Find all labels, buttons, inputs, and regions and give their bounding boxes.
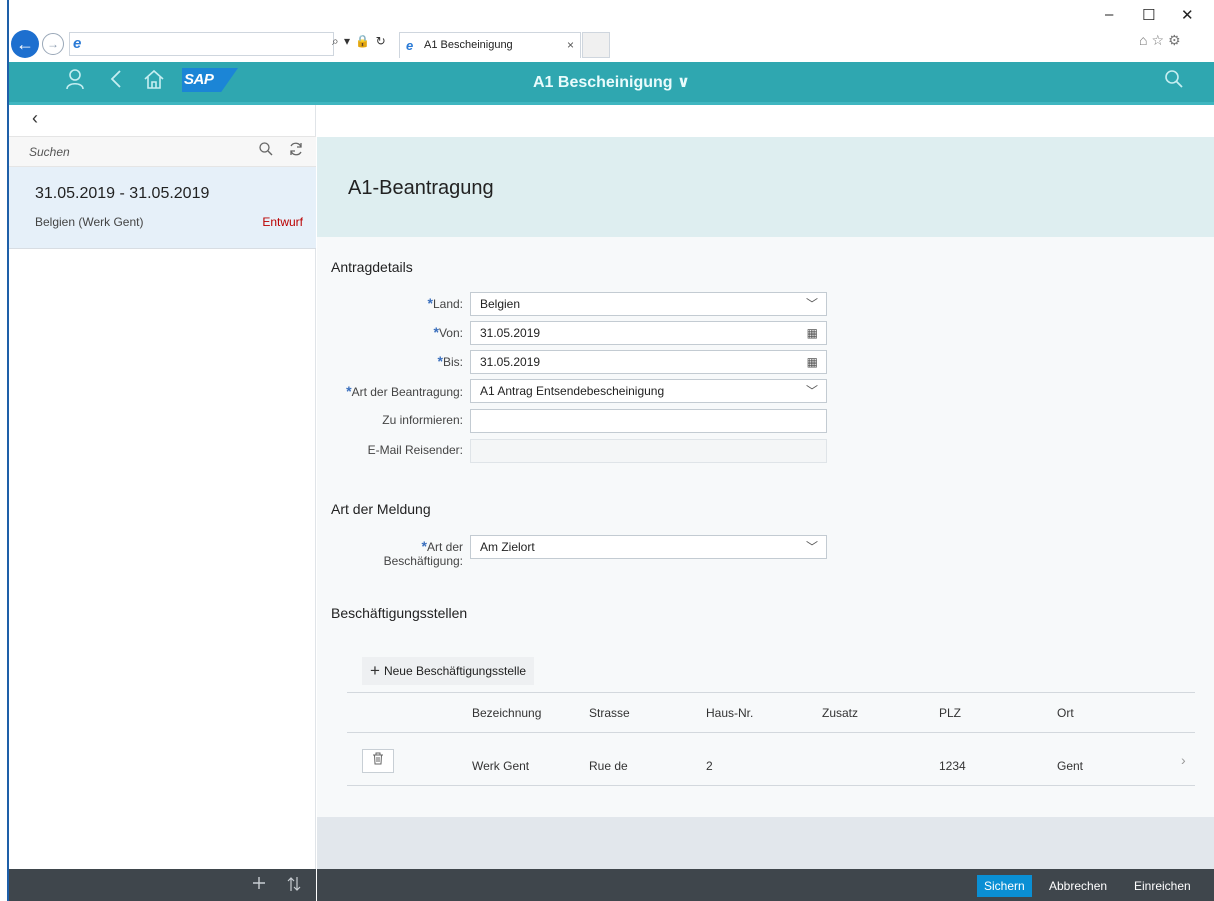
- list-item-subtitle: Belgien (Werk Gent): [35, 215, 144, 229]
- calendar-icon[interactable]: ▦: [807, 322, 818, 344]
- address-controls[interactable]: ⌕ ▾ 🔒 ↻: [332, 34, 387, 49]
- master-header: ‹: [9, 105, 316, 137]
- plus-icon: +: [370, 661, 380, 680]
- refresh-icon[interactable]: [288, 141, 304, 162]
- footer-toolbar: Sichern Abbrechen Einreichen: [317, 869, 1214, 901]
- chevron-down-icon: ﹀: [805, 540, 818, 554]
- submit-button[interactable]: Einreichen: [1127, 875, 1198, 897]
- add-beschaeftigungsstelle-button[interactable]: + Neue Beschäftigungsstelle: [362, 657, 535, 685]
- add-icon[interactable]: [252, 873, 266, 899]
- column-header: PLZ: [939, 706, 962, 720]
- master-back-icon[interactable]: ‹: [32, 108, 38, 129]
- detail-bottom-area: [317, 817, 1214, 869]
- address-bar[interactable]: e: [69, 32, 334, 56]
- table-cell: Rue de: [589, 759, 628, 773]
- list-item-title: 31.05.2019 - 31.05.2019: [35, 185, 210, 202]
- delete-row-button[interactable]: [362, 749, 394, 773]
- shell-bar: SAP A1 Bescheinigung ∨: [9, 62, 1214, 102]
- browser-tab[interactable]: e A1 Bescheinigung ×: [399, 32, 581, 58]
- master-footer: [9, 869, 316, 901]
- art-beantragung-select[interactable]: A1 Antrag Entsendebescheinigung ﹀: [470, 379, 827, 403]
- column-header: Strasse: [589, 706, 630, 720]
- search-bar: [9, 137, 316, 167]
- detail-panel: A1-Beantragung Antragdetails *Land: Belg…: [317, 105, 1214, 869]
- search-icon[interactable]: [259, 142, 273, 159]
- table-cell: 1234: [939, 759, 966, 773]
- calendar-icon[interactable]: ▦: [807, 351, 818, 373]
- browser-forward-button[interactable]: →: [42, 33, 64, 55]
- window-minimize-button[interactable]: –: [1105, 6, 1113, 23]
- art-beschaeftigung-label: *Art der Beschäftigung:: [383, 538, 463, 568]
- browser-back-button[interactable]: ←: [11, 30, 39, 58]
- window-close-button[interactable]: ✕: [1181, 6, 1194, 24]
- tab-close-icon[interactable]: ×: [567, 38, 574, 52]
- master-panel: ‹ 31.05.2019 - 31.05.2019 Belgien (Werk …: [9, 105, 316, 869]
- table-cell: Werk Gent: [472, 759, 530, 773]
- chevron-down-icon: ﹀: [805, 384, 818, 398]
- window-maximize-button[interactable]: ☐: [1142, 6, 1155, 24]
- column-header: Haus-Nr.: [706, 706, 754, 720]
- table-cell: 2: [706, 759, 713, 773]
- land-select[interactable]: Belgien ﹀: [470, 292, 827, 316]
- von-label: *Von:: [433, 324, 463, 340]
- shell-search-icon[interactable]: [1164, 68, 1184, 96]
- zu-informieren-input[interactable]: [470, 409, 827, 433]
- von-date-field[interactable]: 31.05.2019 ▦: [470, 321, 827, 345]
- email-reisender-field: [470, 439, 827, 463]
- table-cell: Gent: [1057, 759, 1084, 773]
- status-badge: Entwurf: [262, 215, 303, 229]
- land-label: *Land:: [427, 295, 463, 311]
- browser-tool-icons[interactable]: ⌂☆⚙: [1139, 32, 1185, 49]
- sort-icon[interactable]: [287, 875, 301, 897]
- bis-date-field[interactable]: 31.05.2019 ▦: [470, 350, 827, 374]
- column-header: Zusatz: [822, 706, 859, 720]
- chevron-down-icon: ﹀: [805, 297, 818, 311]
- chevron-right-icon[interactable]: ›: [1181, 752, 1186, 768]
- section-title-antragdetails: Antragdetails: [331, 259, 413, 275]
- object-header: A1-Beantragung: [317, 137, 1214, 237]
- table-header-border: [347, 732, 1195, 733]
- table-bottom-border: [347, 785, 1195, 786]
- save-button[interactable]: Sichern: [977, 875, 1032, 897]
- art-beantragung-label: *Art der Beantragung:: [346, 383, 463, 399]
- new-tab-button[interactable]: [582, 32, 610, 58]
- column-header: Ort: [1057, 706, 1074, 720]
- bis-label: *Bis:: [437, 353, 463, 369]
- section-title-stellen: Beschäftigungsstellen: [331, 605, 468, 621]
- section-title-meldung: Art der Meldung: [331, 501, 431, 517]
- art-beschaeftigung-select[interactable]: Am Zielort ﹀: [470, 535, 827, 559]
- tab-title: A1 Bescheinigung: [424, 39, 513, 51]
- browser-chrome: ← → e ⌕ ▾ 🔒 ↻ e A1 Bescheinigung × – ☐ ✕…: [9, 0, 1214, 62]
- app-title[interactable]: A1 Bescheinigung ∨: [9, 72, 1214, 92]
- list-item[interactable]: 31.05.2019 - 31.05.2019 Belgien (Werk Ge…: [9, 167, 316, 249]
- detail-toolbar: [317, 105, 1214, 137]
- ie-logo-icon: e: [73, 35, 82, 52]
- tab-ie-icon: e: [406, 38, 414, 53]
- column-header: Bezeichnung: [472, 706, 542, 720]
- page-title: A1-Beantragung: [348, 177, 494, 199]
- search-input[interactable]: [29, 142, 249, 162]
- beschaeftigungsstellen-table: Bezeichnung Strasse Haus-Nr. Zusatz PLZ …: [347, 692, 1195, 786]
- cancel-button[interactable]: Abbrechen: [1042, 875, 1114, 897]
- form-content: Antragdetails *Land: Belgien ﹀ *Von: 31.0…: [317, 237, 1214, 817]
- email-reisender-label: E-Mail Reisender:: [367, 443, 463, 457]
- table-top-border: [347, 692, 1195, 693]
- zu-informieren-label: Zu informieren:: [382, 413, 463, 427]
